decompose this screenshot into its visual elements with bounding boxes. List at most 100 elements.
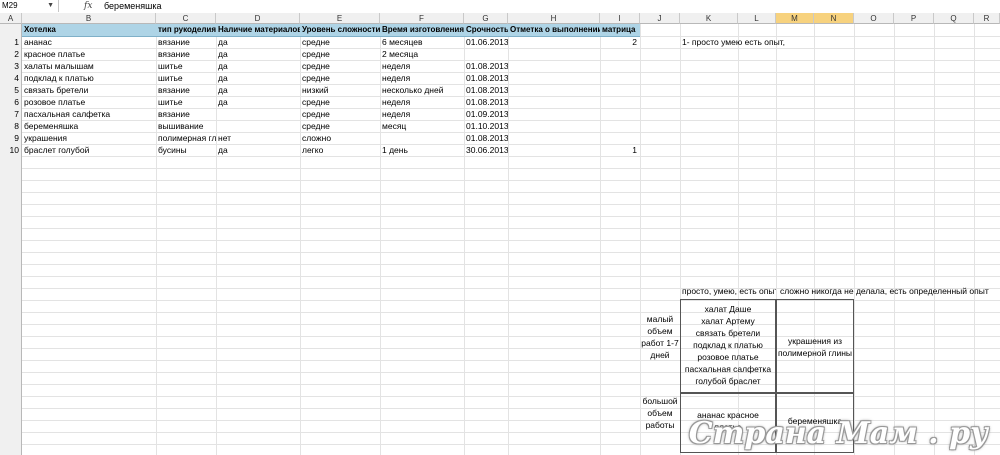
cell-difficulty[interactable]: средне [300, 48, 380, 60]
row-header[interactable] [0, 420, 22, 432]
cell-done[interactable] [508, 48, 600, 60]
cell-done[interactable] [508, 96, 600, 108]
column-header-I[interactable]: I [600, 13, 640, 24]
row-header[interactable] [0, 168, 22, 180]
row-header[interactable] [0, 228, 22, 240]
column-header-B[interactable]: B [22, 13, 156, 24]
cell-materials[interactable]: да [216, 144, 300, 156]
cell-time[interactable]: несколько дней [380, 84, 464, 96]
cell-title[interactable]: подклад к платью [22, 72, 156, 84]
header-materials[interactable]: Наличие материалов [216, 24, 300, 36]
name-box[interactable]: M29 ▼ [0, 0, 59, 12]
cell-time[interactable]: неделя [380, 108, 464, 120]
cell-materials[interactable]: да [216, 96, 300, 108]
row-header[interactable] [0, 348, 22, 360]
row-number[interactable]: 7 [0, 108, 22, 120]
cell-matrix[interactable]: 1 [600, 144, 640, 156]
function-icon[interactable]: fx [84, 0, 92, 12]
cell-materials[interactable]: да [216, 72, 300, 84]
cell-time[interactable] [380, 132, 464, 144]
cell-difficulty[interactable]: средне [300, 108, 380, 120]
row-header[interactable] [0, 396, 22, 408]
column-header-K[interactable]: K [680, 13, 738, 24]
row-header[interactable] [0, 336, 22, 348]
row-number[interactable]: 2 [0, 48, 22, 60]
cell-difficulty[interactable]: сложно [300, 132, 380, 144]
row-number[interactable]: 4 [0, 72, 22, 84]
row-header[interactable] [0, 408, 22, 420]
cell-urgency[interactable]: 01.08.2013 [464, 60, 508, 72]
cell-title[interactable]: ананас [22, 36, 156, 48]
row-header[interactable] [0, 204, 22, 216]
row-header[interactable] [0, 24, 22, 36]
cell-difficulty[interactable]: средне [300, 72, 380, 84]
row-header[interactable] [0, 360, 22, 372]
row-header[interactable] [0, 180, 22, 192]
cell-title[interactable]: украшения [22, 132, 156, 144]
header-urgency[interactable]: Срочность [464, 24, 508, 36]
cell-type[interactable]: полимерная гл [156, 132, 216, 144]
cell-done[interactable] [508, 144, 600, 156]
row-header[interactable] [0, 156, 22, 168]
cell-title[interactable]: пасхальная салфетка [22, 108, 156, 120]
cell-matrix[interactable] [600, 132, 640, 144]
cell-time[interactable]: 2 месяца [380, 48, 464, 60]
header-title[interactable]: Хотелка [22, 24, 156, 36]
cell-type[interactable]: вязание [156, 108, 216, 120]
cell-urgency[interactable]: 01.08.2013 [464, 84, 508, 96]
cell-difficulty[interactable]: средне [300, 60, 380, 72]
column-header-O[interactable]: O [854, 13, 894, 24]
header-time[interactable]: Время изготовления [380, 24, 464, 36]
header-type[interactable]: тип рукоделия [156, 24, 216, 36]
cell-matrix[interactable]: 2 [600, 36, 640, 48]
header-matrix[interactable]: матрица [600, 24, 640, 36]
row-number[interactable]: 8 [0, 120, 22, 132]
cell-materials[interactable]: да [216, 60, 300, 72]
cell-time[interactable]: неделя [380, 60, 464, 72]
column-header-M[interactable]: M [776, 13, 814, 24]
cell-urgency[interactable]: 01.08.2013 [464, 96, 508, 108]
cell-materials[interactable]: да [216, 36, 300, 48]
cell-urgency[interactable]: 30.06.2013 [464, 144, 508, 156]
cell-difficulty[interactable]: средне [300, 96, 380, 108]
column-header-N[interactable]: N [814, 13, 854, 24]
row-number[interactable]: 10 [0, 144, 22, 156]
cell-type[interactable]: шитье [156, 72, 216, 84]
row-header[interactable] [0, 288, 22, 300]
cell-urgency[interactable] [464, 48, 508, 60]
row-header[interactable] [0, 324, 22, 336]
cell-type[interactable]: вязание [156, 84, 216, 96]
column-header-L[interactable]: L [738, 13, 776, 24]
column-header-H[interactable]: H [508, 13, 600, 24]
cell-type[interactable]: вязание [156, 36, 216, 48]
row-number[interactable]: 6 [0, 96, 22, 108]
cell-matrix[interactable] [600, 108, 640, 120]
cell-difficulty[interactable]: низкий [300, 84, 380, 96]
row-number[interactable]: 5 [0, 84, 22, 96]
cell-materials[interactable]: да [216, 48, 300, 60]
column-header-A[interactable]: A [0, 13, 22, 24]
cell-difficulty[interactable]: средне [300, 120, 380, 132]
cell-title[interactable]: браслет голубой [22, 144, 156, 156]
cell-materials[interactable]: нет [216, 132, 300, 144]
column-header-D[interactable]: D [216, 13, 300, 24]
cell-time[interactable]: месяц [380, 120, 464, 132]
cell-type[interactable]: вышивание [156, 120, 216, 132]
cell-matrix[interactable] [600, 48, 640, 60]
cell-matrix[interactable] [600, 96, 640, 108]
cell-done[interactable] [508, 72, 600, 84]
cell-type[interactable]: бусины [156, 144, 216, 156]
cell-urgency[interactable]: 01.09.2013 [464, 108, 508, 120]
cell-time[interactable]: 1 день [380, 144, 464, 156]
cell-matrix[interactable] [600, 120, 640, 132]
cell-done[interactable] [508, 120, 600, 132]
cell-materials[interactable] [216, 108, 300, 120]
column-header-F[interactable]: F [380, 13, 464, 24]
row-header[interactable] [0, 384, 22, 396]
cell-matrix[interactable] [600, 60, 640, 72]
cell-time[interactable]: неделя [380, 72, 464, 84]
column-header-E[interactable]: E [300, 13, 380, 24]
row-header[interactable] [0, 300, 22, 312]
cell-matrix[interactable] [600, 84, 640, 96]
cell-done[interactable] [508, 84, 600, 96]
